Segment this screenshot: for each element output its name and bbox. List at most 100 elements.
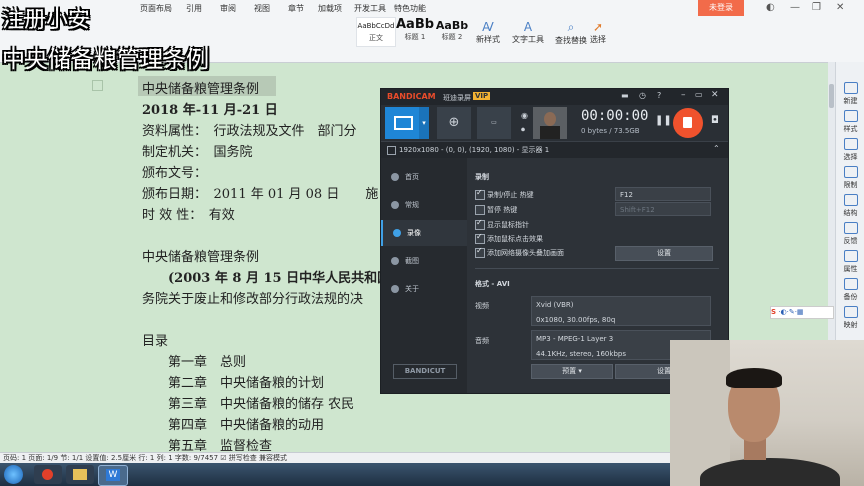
record-settings-button[interactable]: 设置 (615, 246, 713, 261)
restore-icon[interactable]: ❐ (812, 2, 821, 13)
tab-view[interactable]: 视图 (254, 3, 270, 14)
minimize-icon[interactable]: — (790, 2, 800, 13)
sidebar-item-select[interactable]: 选择 (836, 138, 864, 162)
tab-section[interactable]: 章节 (288, 3, 304, 14)
sidebar-item-label: 反馈 (843, 237, 858, 245)
sidebar-item-feedback[interactable]: 反馈 (836, 222, 864, 246)
sidebar-item-restrict[interactable]: 限制 (836, 166, 864, 190)
skin-icon[interactable]: ◐ (766, 2, 775, 13)
tab-addins[interactable]: 加载项 (318, 3, 342, 14)
properties-icon (843, 250, 858, 262)
option-label: 添加网络摄像头叠加画面 (487, 249, 564, 257)
find-replace-button[interactable]: ⌕ 查找替换 (555, 20, 587, 46)
select-icon (843, 138, 858, 150)
resolution-bar[interactable]: 1920x1080 - (0, 0), (1920, 1080) - 显示器 1… (381, 141, 728, 159)
minimize-icon[interactable]: – (681, 90, 686, 100)
bandicam-toolbar: ▾ ⊕ ▭ ◉ ⏺ 00:00:00 0 bytes / 73.5GB ❚❚ ◘ (381, 105, 728, 141)
structure-icon (843, 194, 858, 206)
bandicam-logo: BANDICAM (387, 92, 436, 101)
mic-icon[interactable]: ⏺ (521, 125, 525, 135)
pause-hotkey-field[interactable]: Shift+F12 (615, 202, 711, 216)
collapse-icon[interactable]: ⌃ (713, 144, 720, 153)
webcam-preview (533, 107, 567, 139)
ime-toolbar[interactable]: S ⋅◐⋅✎⋅▦ (770, 306, 834, 319)
style-heading2[interactable]: AaBb 标题 2 (434, 17, 470, 45)
doc-line: 第四章 中央储备粮的动用 (142, 418, 325, 433)
nav-general[interactable]: 常规 (381, 192, 467, 218)
camera-snapshot-icon[interactable]: ◘ (711, 115, 719, 126)
nav-video[interactable]: 录像 (381, 220, 467, 246)
game-mode-button[interactable]: ⊕ (437, 107, 471, 139)
video-codec: Xvid (VBR) (536, 301, 574, 309)
login-button[interactable]: 未登录 (698, 0, 744, 16)
paragraph-marker-icon (92, 80, 103, 91)
sidebar-item-map[interactable]: 映射 (836, 306, 864, 330)
clock-icon[interactable]: ◷ (639, 91, 646, 100)
style-label: 标题 1 (404, 33, 426, 41)
pause-hotkey-checkbox[interactable] (475, 205, 485, 215)
sidebar-item-style[interactable]: 样式 (836, 110, 864, 134)
sidebar-item-structure[interactable]: 结构 (836, 194, 864, 218)
taskbar-explorer[interactable] (66, 465, 94, 484)
new-style-button[interactable]: Ꜹ 新样式 (476, 20, 500, 45)
gamepad-icon: ⊕ (448, 115, 460, 130)
tab-developer[interactable]: 开发工具 (354, 3, 386, 14)
help-icon[interactable]: ? (657, 91, 661, 100)
webcam-toggle-icon[interactable]: ◉ (521, 111, 528, 120)
pause-icon[interactable]: ❚❚ (655, 115, 672, 126)
nav-about[interactable]: 关于 (381, 276, 467, 302)
mode-dropdown-icon[interactable]: ▾ (419, 107, 429, 139)
stop-icon (683, 117, 692, 128)
format-section-title: 格式 - AVI (475, 280, 510, 288)
taskbar-wps[interactable]: W (98, 465, 128, 486)
face-thumbnail (544, 112, 556, 126)
text-tools-button[interactable]: A 文字工具 (512, 20, 544, 45)
nav-home[interactable]: 首页 (381, 164, 467, 190)
bandicut-button[interactable]: BANDICUT (393, 364, 457, 379)
nav-screenshot[interactable]: 截图 (381, 248, 467, 274)
preset-button[interactable]: 预置 ▾ (531, 364, 613, 379)
vip-badge[interactable]: VIP (473, 92, 491, 100)
map-icon (843, 306, 858, 318)
sidebar-item-properties[interactable]: 属性 (836, 250, 864, 274)
record-hotkey-field[interactable]: F12 (615, 187, 711, 201)
tab-features[interactable]: 特色功能 (394, 3, 426, 14)
info-icon (391, 285, 399, 293)
sidebar-item-backup[interactable]: 备份 (836, 278, 864, 302)
sidebar-item-new[interactable]: 新建 (836, 82, 864, 106)
video-label: 视频 (475, 302, 489, 310)
folder-open-icon[interactable]: ▬ (621, 91, 629, 100)
nav-label: 首页 (405, 173, 419, 181)
show-cursor-checkbox[interactable] (475, 218, 485, 230)
style-heading1[interactable]: AaBb 标题 1 (396, 17, 434, 45)
doc-line: 颁布文号： (142, 166, 208, 181)
window-icon[interactable]: ▭ (695, 90, 703, 99)
record-button[interactable] (673, 108, 703, 138)
device-mode-button[interactable]: ▭ (477, 107, 511, 139)
start-button-icon[interactable] (4, 465, 23, 484)
style-normal[interactable]: AaBbCcDd 正文 (356, 17, 396, 47)
sidebar-item-label: 结构 (843, 209, 858, 217)
option-label: 添加鼠标点击效果 (487, 235, 543, 243)
wps-icon: W (106, 469, 120, 481)
tab-page-layout[interactable]: 页面布局 (140, 3, 172, 14)
taskbar-bandicam[interactable] (34, 465, 62, 484)
doc-line: 制定机关： 国务院 (142, 145, 253, 160)
close-icon[interactable]: ✕ (836, 2, 844, 13)
select-button[interactable]: ➚ 选择 (590, 20, 606, 45)
click-effect-checkbox[interactable] (475, 232, 485, 244)
screen-mode-button[interactable] (385, 107, 419, 139)
webcam-overlay-checkbox[interactable] (475, 246, 485, 258)
cursor-icon: ➚ (592, 20, 604, 34)
sidebar-item-label: 限制 (843, 181, 858, 189)
tab-review[interactable]: 审阅 (220, 3, 236, 14)
scroll-thumb[interactable] (829, 84, 834, 108)
audio-label: 音频 (475, 337, 489, 345)
webcam-overlay (670, 340, 864, 486)
bandicam-titlebar[interactable]: BANDICAM 班迪录屏 VIP ▬ ◷ ? – ▭ ✕ (381, 89, 728, 105)
tab-references[interactable]: 引用 (186, 3, 202, 14)
close-icon[interactable]: ✕ (711, 90, 719, 100)
option-label: 录制/停止 热键 (487, 191, 534, 199)
record-hotkey-checkbox[interactable] (475, 188, 485, 200)
video-icon (393, 229, 401, 237)
